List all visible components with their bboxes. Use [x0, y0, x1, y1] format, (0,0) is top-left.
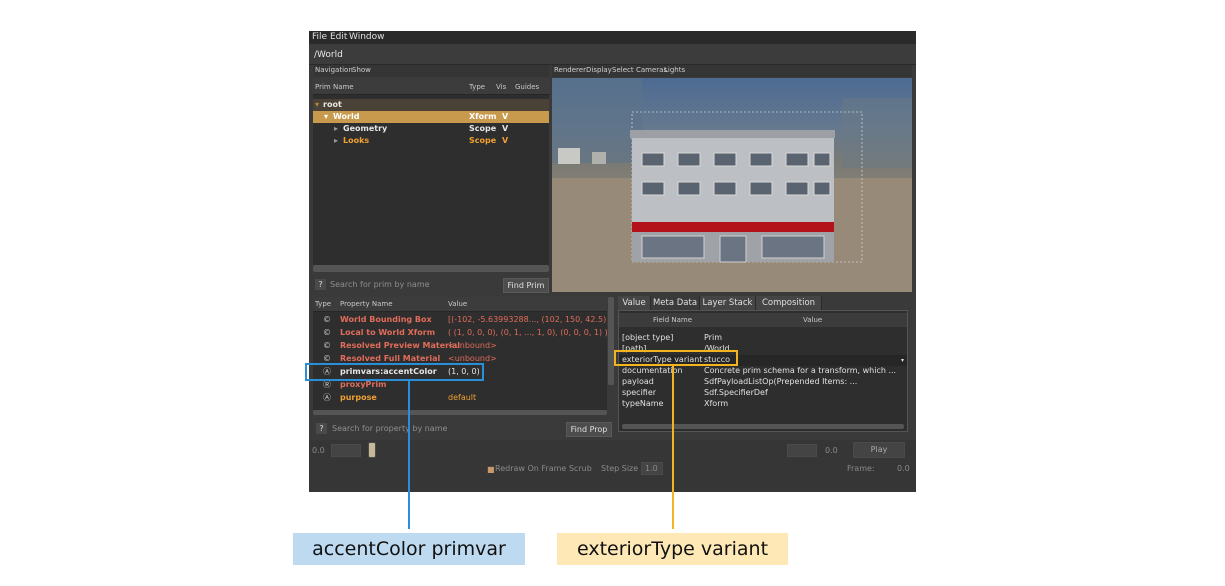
property-vertical-scrollbar[interactable]: [608, 297, 614, 385]
col-field-name[interactable]: Field Name: [653, 316, 692, 324]
play-button[interactable]: Play: [853, 442, 905, 458]
exterior-type-leader-line: [672, 366, 674, 529]
col-prop-type[interactable]: Type: [315, 300, 331, 308]
property-row[interactable]: © Local to World Xform ( (1, 0, 0, 0), (…: [313, 327, 607, 340]
relationship-icon: Ⓡ: [323, 380, 331, 389]
menu-renderer[interactable]: Renderer: [554, 66, 586, 74]
menu-window[interactable]: Window: [349, 32, 385, 42]
menu-cameras[interactable]: Cameras: [636, 66, 667, 74]
inspector-tabs: Value Meta Data Layer Stack Composition: [618, 296, 916, 310]
exterior-type-callout: exteriorType variant: [557, 533, 788, 565]
path-bar[interactable]: /World: [309, 44, 916, 65]
property-search-input[interactable]: Search for property by name: [332, 424, 447, 433]
menu-display[interactable]: Display: [586, 66, 612, 74]
menu-file[interactable]: File: [312, 32, 327, 42]
col-vis[interactable]: Vis: [496, 83, 506, 91]
3d-viewport[interactable]: [552, 78, 912, 292]
tree-row-root[interactable]: ▾ root: [313, 99, 549, 111]
dropdown-icon[interactable]: ▾: [901, 357, 904, 364]
tree-row-geometry[interactable]: ▸ Geometry Scope V: [313, 123, 549, 135]
exterior-type-highlight: [614, 350, 738, 366]
metadata-row[interactable]: payload SdfPayloadListOp(Prepended Items…: [619, 377, 907, 388]
prim-search-row: ? Search for prim by name Find Prim: [313, 277, 549, 293]
prim-search-input[interactable]: Search for prim by name: [330, 280, 430, 289]
property-search-row: ? Search for property by name Find Prop: [313, 421, 613, 437]
accent-color-callout: accentColor primvar: [293, 533, 525, 565]
navigation-bar: Navigation Show: [313, 65, 549, 77]
start-frame-field[interactable]: 0.0: [312, 446, 325, 455]
computed-property-icon: ©: [323, 315, 331, 324]
frame-input[interactable]: 0.0: [897, 464, 910, 473]
current-path: /World: [314, 50, 343, 60]
computed-property-icon: ©: [323, 354, 331, 363]
timeline-slider-handle[interactable]: [368, 442, 376, 458]
tree-row-looks[interactable]: ▸ Looks Scope V: [313, 135, 549, 147]
menu-navigation[interactable]: Navigation: [315, 66, 353, 74]
col-prop-name[interactable]: Property Name: [340, 300, 393, 308]
property-row[interactable]: © Resolved Preview Material <unbound>: [313, 340, 607, 353]
property-header: Type Property Name Value: [313, 297, 607, 312]
col-prim-name[interactable]: Prim Name: [315, 83, 354, 91]
menu-edit[interactable]: Edit: [330, 32, 347, 42]
metadata-header: Field Name Value: [619, 313, 907, 327]
menu-show[interactable]: Show: [352, 66, 371, 74]
computed-property-icon: ©: [323, 341, 331, 350]
tab-composition[interactable]: Composition: [756, 296, 822, 310]
expand-icon[interactable]: ▸: [334, 124, 338, 133]
help-icon[interactable]: ?: [316, 423, 327, 434]
property-row[interactable]: Ⓐ purpose default: [313, 392, 607, 405]
metadata-scrollbar[interactable]: [622, 424, 904, 429]
accent-color-highlight: [305, 363, 484, 381]
expand-icon[interactable]: ▾: [315, 100, 319, 109]
menu-bar: File Edit Window: [309, 31, 916, 44]
tree-horizontal-scrollbar[interactable]: [313, 265, 549, 272]
prim-tree-header: Prim Name Type Vis Guides: [313, 78, 549, 95]
col-type[interactable]: Type: [469, 83, 485, 91]
find-prop-button[interactable]: Find Prop: [566, 422, 612, 437]
expand-icon[interactable]: ▾: [324, 112, 328, 121]
menu-lights[interactable]: Lights: [664, 66, 685, 74]
timeline-bar: 0.0 0.0 Play ■ Redraw On Frame Scrub Ste…: [309, 440, 916, 492]
prim-tree[interactable]: Prim Name Type Vis Guides ▾ root ▾ World…: [313, 78, 549, 271]
redraw-label: Redraw On Frame Scrub: [495, 464, 592, 473]
redraw-checkbox[interactable]: ■: [487, 465, 495, 474]
metadata-row[interactable]: specifier Sdf.SpecifierDef: [619, 388, 907, 399]
property-row[interactable]: © World Bounding Box [(-102, -5.63993288…: [313, 314, 607, 327]
col-meta-value[interactable]: Value: [803, 316, 822, 324]
menu-select[interactable]: Select: [612, 66, 634, 74]
viewport-menu-bar: Renderer Display Select Cameras Lights: [552, 65, 912, 77]
end-frame-field[interactable]: 0.0: [825, 446, 838, 455]
expand-icon[interactable]: ▸: [334, 136, 338, 145]
property-list[interactable]: © World Bounding Box [(-102, -5.63993288…: [313, 312, 607, 410]
tab-value[interactable]: Value: [618, 296, 651, 310]
step-size-input[interactable]: 1.0: [645, 464, 658, 473]
metadata-row[interactable]: documentation Concrete prim schema for a…: [619, 366, 907, 377]
step-size-label: Step Size: [601, 464, 639, 473]
usdview-window: File Edit Window /World Navigation Show …: [309, 31, 916, 492]
property-horizontal-scrollbar[interactable]: [313, 410, 607, 415]
tab-meta-data[interactable]: Meta Data: [651, 296, 700, 310]
metadata-row[interactable]: typeName Xform: [619, 399, 907, 410]
find-prim-button[interactable]: Find Prim: [503, 278, 549, 293]
metadata-panel[interactable]: Field Name Value [object type] Prim [pat…: [618, 310, 908, 432]
help-icon[interactable]: ?: [315, 279, 326, 290]
tree-row-world[interactable]: ▾ World Xform V: [313, 111, 549, 123]
col-guides[interactable]: Guides: [515, 83, 539, 91]
accent-color-leader-line: [408, 381, 410, 529]
metadata-row[interactable]: [object type] Prim: [619, 333, 907, 344]
end-frame-box[interactable]: [787, 444, 817, 457]
scene-render: [552, 78, 912, 292]
attribute-icon: Ⓐ: [323, 393, 331, 402]
frame-label: Frame:: [847, 464, 875, 473]
tab-layer-stack[interactable]: Layer Stack: [700, 296, 756, 310]
start-frame-box[interactable]: [331, 444, 361, 457]
col-prop-value[interactable]: Value: [448, 300, 467, 308]
computed-property-icon: ©: [323, 328, 331, 337]
